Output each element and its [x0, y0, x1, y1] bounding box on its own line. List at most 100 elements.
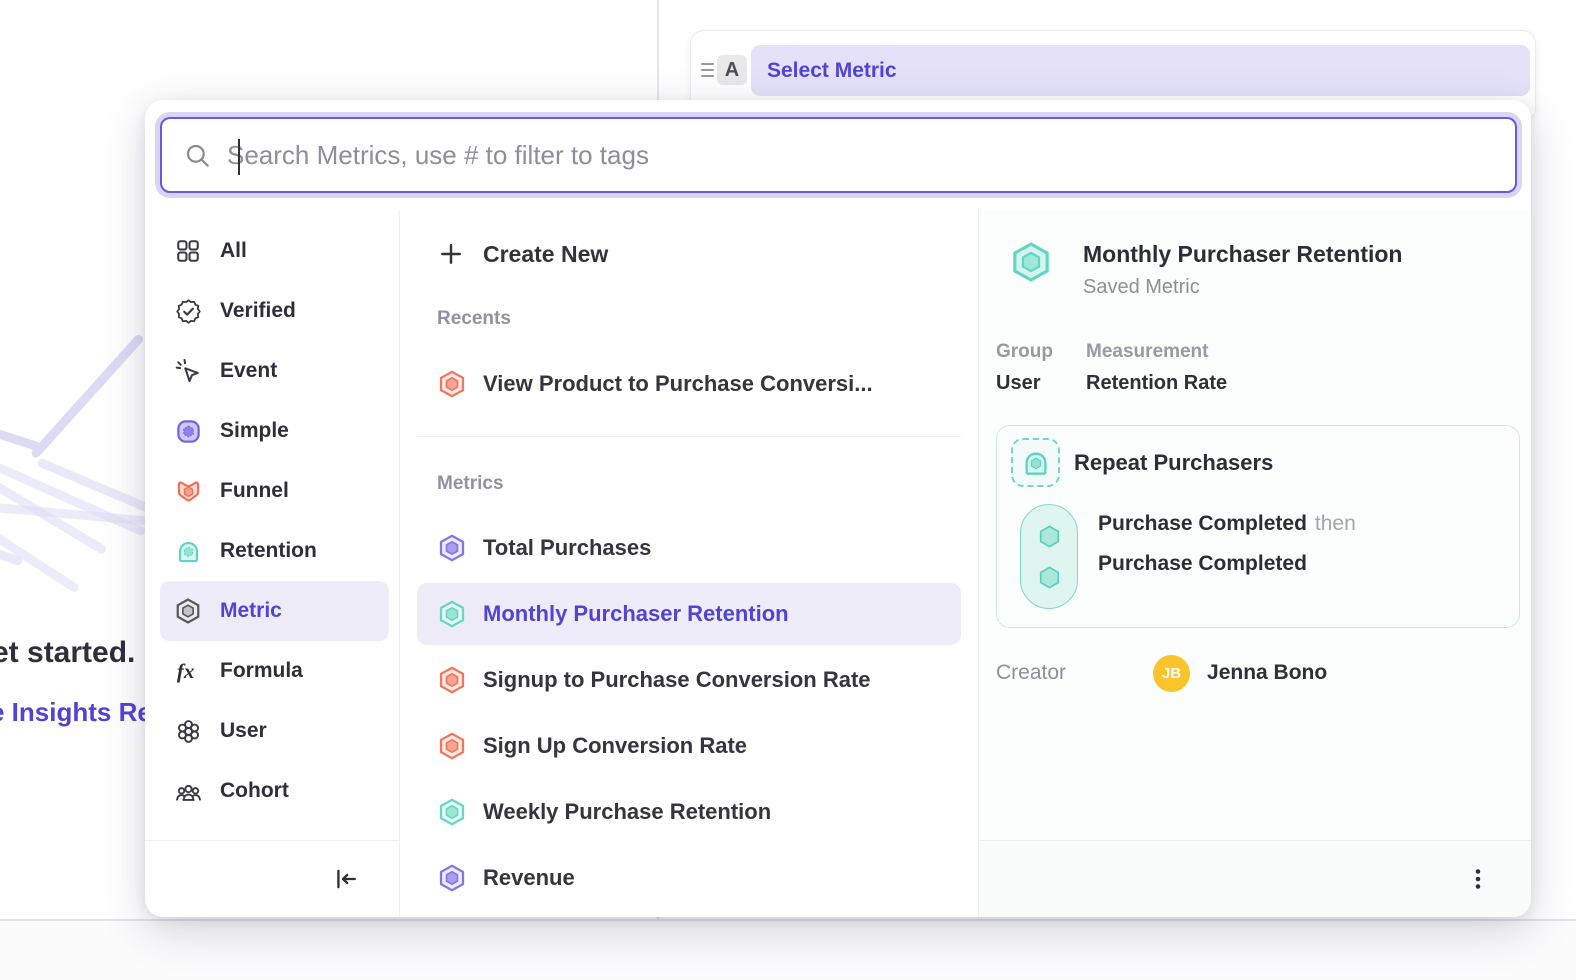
- collapse-sidebar-button[interactable]: [328, 861, 364, 897]
- event-sequence-capsule: [1020, 504, 1078, 609]
- sidebar-item-label: Simple: [220, 419, 289, 443]
- creator-label: Creator: [996, 661, 1066, 685]
- type-filter-sidebar: All Verified: [145, 210, 400, 917]
- event-cursor-icon: [173, 356, 203, 386]
- detail-header: Monthly Purchaser Retention Saved Metric: [996, 240, 1519, 300]
- creator-avatar: JB: [1153, 655, 1190, 692]
- formula-fx-icon: fx: [173, 656, 203, 686]
- measurement-value: Retention Rate: [1086, 371, 1227, 395]
- detail-footer: [979, 840, 1531, 917]
- detail-title: Monthly Purchaser Retention: [1083, 240, 1402, 268]
- metric-item-label: Signup to Purchase Conversion Rate: [483, 667, 871, 693]
- sidebar-item-verified[interactable]: Verified: [160, 281, 389, 341]
- verified-badge-icon: [173, 296, 203, 326]
- event-hexagon-icon: [1036, 564, 1063, 591]
- metric-item-sign-up-conversion-rate[interactable]: Sign Up Conversion Rate: [417, 715, 961, 777]
- cohort-people-icon: [173, 776, 203, 806]
- metric-item-signup-to-purchase-conversion-rate[interactable]: Signup to Purchase Conversion Rate: [417, 649, 961, 711]
- sidebar-item-label: Formula: [220, 659, 303, 683]
- group-value: User: [996, 371, 1086, 395]
- search-input[interactable]: [211, 119, 1515, 191]
- group-measurement-row: Group User Measurement Retention Rate: [996, 340, 1519, 395]
- sidebar-footer: [145, 840, 400, 917]
- sidebar-item-cohort[interactable]: Cohort: [160, 761, 389, 821]
- sidebar-item-label: Funnel: [220, 479, 289, 503]
- group-label: Group: [996, 340, 1086, 364]
- sidebar-item-funnel[interactable]: Funnel: [160, 461, 389, 521]
- metric-picker-modal: All Verified: [145, 100, 1531, 917]
- sidebar-item-event[interactable]: Event: [160, 341, 389, 401]
- hexagon-icon-teal: [437, 599, 467, 629]
- then-word: then: [1315, 512, 1356, 536]
- get-started-text: et started.: [0, 636, 135, 670]
- creator-row: Creator JB Jenna Bono: [996, 654, 1519, 692]
- metric-item-monthly-purchaser-retention[interactable]: Monthly Purchaser Retention: [417, 583, 961, 645]
- grid-icon: [173, 236, 203, 266]
- search-box: [160, 117, 1517, 193]
- search-icon: [184, 142, 211, 169]
- sidebar-item-simple[interactable]: Simple: [160, 401, 389, 461]
- app-screen: et started. e Insights Re A Select Metri…: [0, 0, 1576, 980]
- user-cluster-icon: [173, 716, 203, 746]
- create-new-label: Create New: [483, 241, 608, 268]
- hexagon-icon-orange: [437, 665, 467, 695]
- event-step-2: Purchase Completed: [1098, 552, 1307, 576]
- behavior-retention-icon: [1011, 438, 1060, 487]
- drag-handle-icon[interactable]: [697, 45, 717, 95]
- sidebar-item-label: Cohort: [220, 779, 289, 803]
- background-line-decoration: [0, 325, 150, 670]
- hexagon-icon-purple: [437, 533, 467, 563]
- sidebar-item-all[interactable]: All: [160, 221, 389, 281]
- simple-square-icon: [173, 416, 203, 446]
- text-cursor: [238, 139, 240, 175]
- recents-header: Recents: [417, 306, 961, 332]
- select-metric-button[interactable]: Select Metric: [751, 45, 1530, 96]
- behavior-title: Repeat Purchasers: [1074, 450, 1273, 476]
- hexagon-icon-orange: [437, 731, 467, 761]
- metric-detail-panel: Monthly Purchaser Retention Saved Metric…: [978, 210, 1531, 917]
- insights-report-link[interactable]: e Insights Re: [0, 697, 152, 728]
- metric-hexagon-icon-teal: [1009, 240, 1053, 284]
- metric-item-label: Total Purchases: [483, 535, 651, 561]
- retention-arch-icon: [173, 536, 203, 566]
- event-hexagon-icon: [1036, 523, 1063, 550]
- recent-metric-item[interactable]: View Product to Purchase Conversi...: [417, 354, 961, 414]
- hexagon-icon-orange: [437, 369, 467, 399]
- metric-hexagon-icon: [173, 596, 203, 626]
- kebab-menu-icon: [1466, 867, 1490, 891]
- event-sequence-text: Purchase Completed then Purchase Complet…: [1098, 504, 1356, 584]
- section-divider: [417, 436, 961, 437]
- sidebar-item-formula[interactable]: fx Formula: [160, 641, 389, 701]
- sidebar-item-metric[interactable]: Metric: [160, 581, 389, 641]
- sidebar-item-label: Verified: [220, 299, 296, 323]
- metric-item-label: Weekly Purchase Retention: [483, 799, 771, 825]
- hexagon-icon-purple: [437, 863, 467, 893]
- metric-item-label: Sign Up Conversion Rate: [483, 733, 747, 759]
- sidebar-item-label: Event: [220, 359, 277, 383]
- funnel-icon: [173, 476, 203, 506]
- svg-text:fx: fx: [177, 659, 195, 683]
- metric-item-label: Monthly Purchaser Retention: [483, 601, 789, 627]
- sidebar-item-label: User: [220, 719, 267, 743]
- event-step-1: Purchase Completed: [1098, 512, 1307, 536]
- sidebar-item-label: Retention: [220, 539, 317, 563]
- measurement-label: Measurement: [1086, 340, 1227, 364]
- collapse-left-arrow-icon: [332, 865, 360, 893]
- metric-item-total-purchases[interactable]: Total Purchases: [417, 517, 961, 579]
- more-options-button[interactable]: [1460, 861, 1496, 897]
- metric-item-revenue[interactable]: Revenue: [417, 847, 961, 909]
- sidebar-item-label: Metric: [220, 599, 282, 623]
- plus-icon: [437, 240, 465, 268]
- sidebar-item-label: All: [220, 239, 247, 263]
- recent-metric-label: View Product to Purchase Conversi...: [483, 371, 873, 397]
- hexagon-icon-teal: [437, 797, 467, 827]
- behavior-definition-card: Repeat Purchasers Purchase Completed: [996, 425, 1520, 628]
- metric-item-weekly-purchase-retention[interactable]: Weekly Purchase Retention: [417, 781, 961, 843]
- metric-item-label: Revenue: [483, 865, 575, 891]
- metric-letter-badge: A: [717, 55, 747, 85]
- create-new-button[interactable]: Create New: [417, 230, 961, 278]
- sidebar-item-retention[interactable]: Retention: [160, 521, 389, 581]
- metrics-header: Metrics: [417, 471, 961, 497]
- sidebar-item-user[interactable]: User: [160, 701, 389, 761]
- creator-name: Jenna Bono: [1207, 661, 1327, 685]
